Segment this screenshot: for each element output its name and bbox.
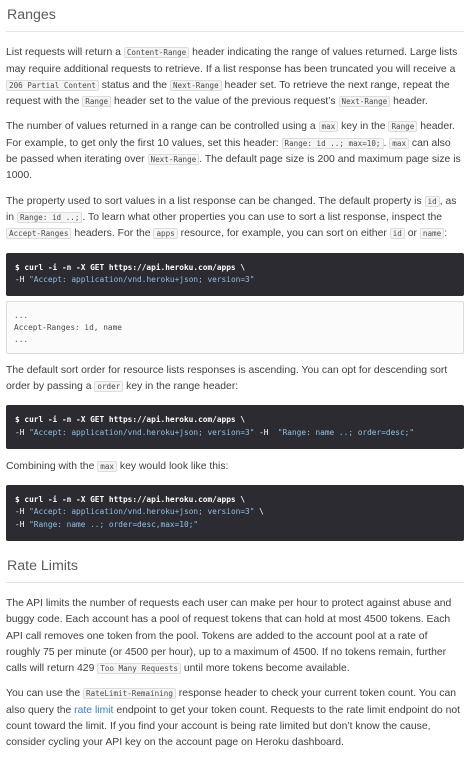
text: headers. For the [71,228,154,240]
text: status and the [98,79,170,91]
header-value: "Accept: application/vnd.heroku+json; ve… [29,275,255,285]
inline-code: order [94,381,124,393]
ranges-order-paragraph: The default sort order for resource list… [6,363,464,396]
output-line: ... [14,310,29,320]
accept-ranges-output-block[interactable]: ... Accept-Ranges: id, name ... [6,300,464,354]
text: . To learn what other properties you can… [82,211,443,223]
inline-code: Range: id ..; max=10; [281,137,384,149]
header-value: "Accept: application/vnd.heroku+json; ve… [29,507,255,517]
header-value: "Accept: application/vnd.heroku+json; ve… [29,427,255,437]
inline-code: Content-Range [123,47,190,59]
inline-code: 206 Partial Content [6,79,99,91]
inline-code: id [389,228,405,240]
curl-max-code-block[interactable]: $ curl -i -n -X GET https://api.heroku.c… [6,484,464,541]
text: The property used to sort values in a li… [6,195,425,207]
text: header. [390,96,428,108]
text: or [404,228,420,240]
ranges-heading: Ranges [6,0,464,33]
rate-limit-link[interactable]: rate limit [74,705,113,716]
rate-limit-header-paragraph: You can use the RateLimit-Remaining resp… [6,686,464,751]
ranges-intro-paragraph: List requests will return a Content-Rang… [6,45,464,110]
command-line: $ curl -i -n -X GET https://api.heroku.c… [15,415,246,425]
text: key would look like this: [116,460,229,472]
header-flag: -H [15,507,30,517]
inline-code: id [424,195,440,207]
output-line: Accept-Ranges: id, name [14,322,122,332]
inline-code: max [97,460,117,472]
header-flag: -H [254,427,274,437]
inline-code: Range: id ..; [16,211,83,223]
output-line: ... [14,334,29,344]
inline-code: Accept-Ranges [6,228,72,240]
rate-limits-heading: Rate Limits [6,551,464,583]
header-value: "Range: name ..; order=desc,max=10;" [29,520,199,530]
text: resource, for example, you can sort on e… [177,228,390,240]
inline-code: apps [153,228,178,240]
inline-code: Next-Range [169,79,222,91]
inline-code: Range [388,121,418,133]
curl-sort-code-block[interactable]: $ curl -i -n -X GET https://api.heroku.c… [6,252,464,296]
ranges-max-paragraph: The number of values returned in a range… [6,119,464,184]
text: : [444,228,448,240]
text: List requests will return a [6,47,124,59]
command-line: $ curl -i -n -X GET https://api.heroku.c… [15,494,246,504]
inline-code: Range [82,96,112,108]
inline-code: Too Many Requests [97,663,181,675]
inline-code: Next-Range [338,96,391,108]
header-flag: -H [15,427,30,437]
inline-code: max [318,121,339,133]
text: The number of values returned in a range… [6,121,319,133]
inline-code: RateLimit-Remaining [83,688,176,700]
text: until more tokens become available. [180,663,350,675]
text: header set to the value of the previous … [111,96,339,108]
text: You can use the [6,688,84,700]
text: key in the [338,121,389,133]
ranges-combine-paragraph: Combining with the max key would look li… [6,459,464,475]
inline-code: max [389,137,410,149]
ranges-sort-paragraph: The property used to sort values in a li… [6,194,464,243]
header-value: "Range: name ..; order=desc;" [277,427,415,437]
inline-code: name [419,228,445,240]
header-flag: -H [15,520,30,530]
text: key in the range header: [123,381,239,393]
command-line: $ curl -i -n -X GET https://api.heroku.c… [15,262,246,272]
header-flag: -H [15,275,30,285]
curl-order-code-block[interactable]: $ curl -i -n -X GET https://api.heroku.c… [6,405,464,449]
inline-code: Next-Range [147,154,200,166]
line-continuation: \ [254,507,264,517]
text: Combining with the [6,460,98,472]
rate-limits-paragraph: The API limits the number of requests ea… [6,596,464,677]
